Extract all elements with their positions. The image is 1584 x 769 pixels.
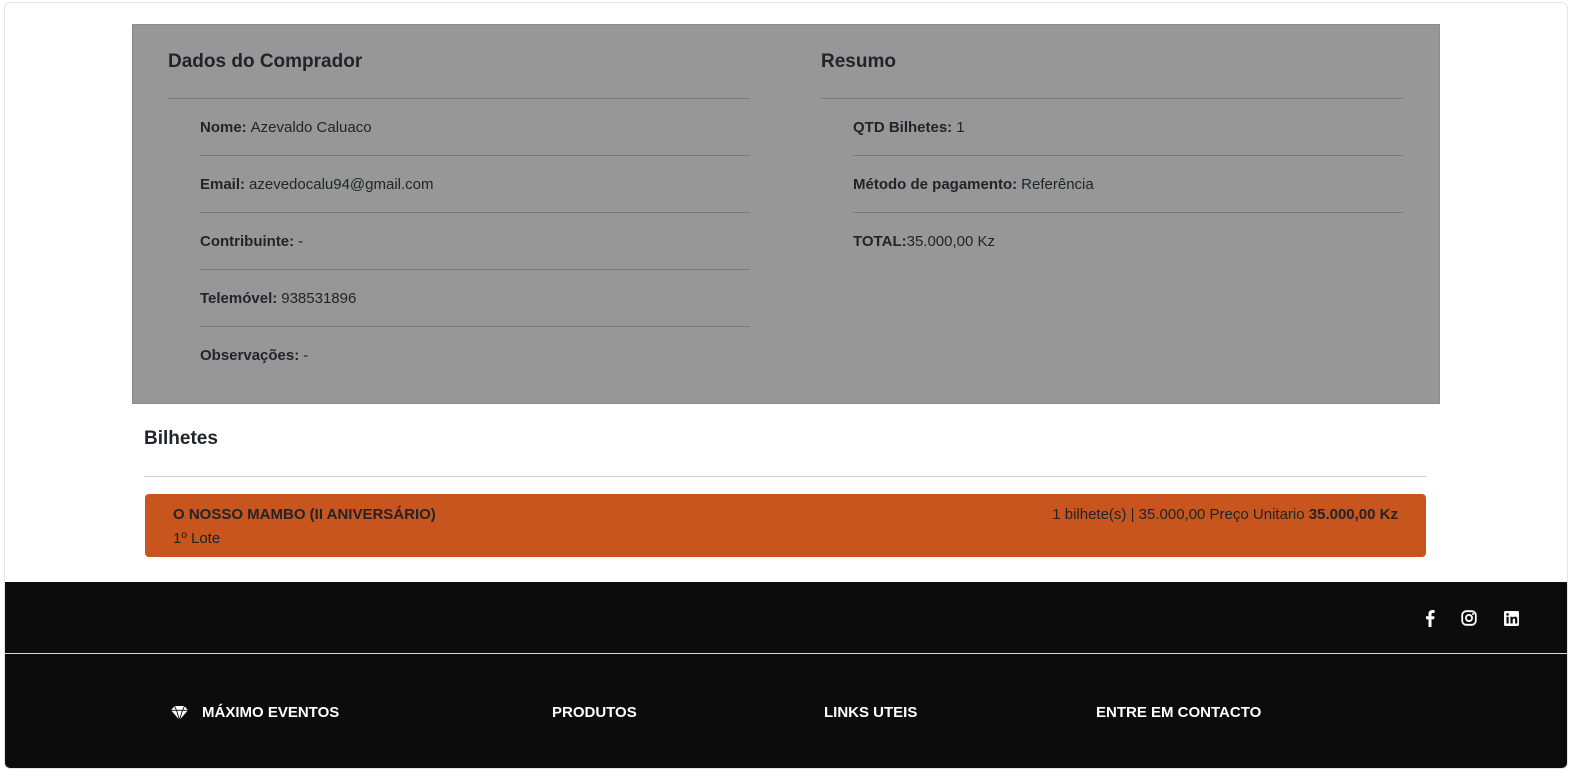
buyer-phone-row: Telemóvel: 938531896 (200, 270, 750, 327)
diamond-icon (171, 705, 188, 720)
payment-method-row: Método de pagamento: Referência (853, 156, 1403, 213)
field-value: Referência (1021, 175, 1094, 193)
ticket-price-detail: 1 bilhete(s) | 35.000,00 Preço Unitario (1052, 506, 1305, 523)
field-label: TOTAL: (853, 232, 907, 250)
instagram-icon[interactable] (1459, 608, 1479, 628)
field-value: - (303, 346, 309, 364)
field-label: Método de pagamento: (853, 175, 1018, 193)
field-label: Nome: (200, 118, 247, 136)
ticket-total: 35.000,00 Kz (1308, 506, 1398, 523)
footer-heading-products: PRODUTOS (552, 704, 637, 721)
divider (144, 476, 1426, 477)
footer-heading-useful-links: LINKS UTEIS (824, 704, 918, 721)
field-value: 938531896 (281, 289, 357, 307)
ticket-lot: 1º Lote (173, 530, 221, 547)
buyer-notes-row: Observações: - (200, 327, 750, 383)
ticket-price: 1 bilhete(s) | 35.000,00 Preço Unitario … (1052, 506, 1398, 523)
buyer-name-row: Nome: Azevaldo Caluaco (200, 99, 750, 156)
field-value: Azevaldo Caluaco (250, 118, 372, 136)
ticket-quantity-row: QTD Bilhetes: 1 (853, 99, 1403, 156)
buyer-taxpayer-row: Contribuinte: - (200, 213, 750, 270)
tickets-title: Bilhetes (144, 428, 218, 449)
field-label: Observações: (200, 346, 300, 364)
total-row: TOTAL: 35.000,00 Kz (853, 213, 1403, 269)
ticket-event-name: O NOSSO MAMBO (II ANIVERSÁRIO) (173, 506, 436, 523)
field-value: azevedocalu94@gmail.com (249, 175, 434, 193)
footer-heading-contact: ENTRE EM CONTACTO (1096, 704, 1262, 721)
field-label: Contribuinte: (200, 232, 295, 250)
brand-name: MÁXIMO EVENTOS (202, 704, 340, 721)
linkedin-icon[interactable] (1501, 608, 1521, 628)
summary-title: Resumo (821, 51, 896, 72)
buyer-title: Dados do Comprador (168, 51, 363, 72)
facebook-icon[interactable] (1420, 608, 1440, 628)
ticket-card: O NOSSO MAMBO (II ANIVERSÁRIO) 1º Lote 1… (145, 494, 1426, 557)
buyer-email-row: Email: azevedocalu94@gmail.com (200, 156, 750, 213)
summary-fields: QTD Bilhetes: 1 Método de pagamento: Ref… (853, 99, 1403, 269)
footer-brand: MÁXIMO EVENTOS (171, 704, 339, 721)
field-label: QTD Bilhetes: (853, 118, 953, 136)
field-value: 1 (956, 118, 965, 136)
footer-links: MÁXIMO EVENTOS PRODUTOS LINKS UTEIS ENTR… (5, 654, 1567, 768)
field-value: 35.000,00 Kz (906, 232, 996, 250)
field-label: Telemóvel: (200, 289, 278, 307)
order-summary-panel: Dados do Comprador Nome: Azevaldo Caluac… (132, 24, 1440, 404)
buyer-fields: Nome: Azevaldo Caluaco Email: azevedocal… (200, 99, 750, 383)
footer-social-bar (5, 582, 1567, 653)
page-frame: Dados do Comprador Nome: Azevaldo Caluac… (4, 2, 1568, 769)
field-value: - (298, 232, 304, 250)
field-label: Email: (200, 175, 246, 193)
